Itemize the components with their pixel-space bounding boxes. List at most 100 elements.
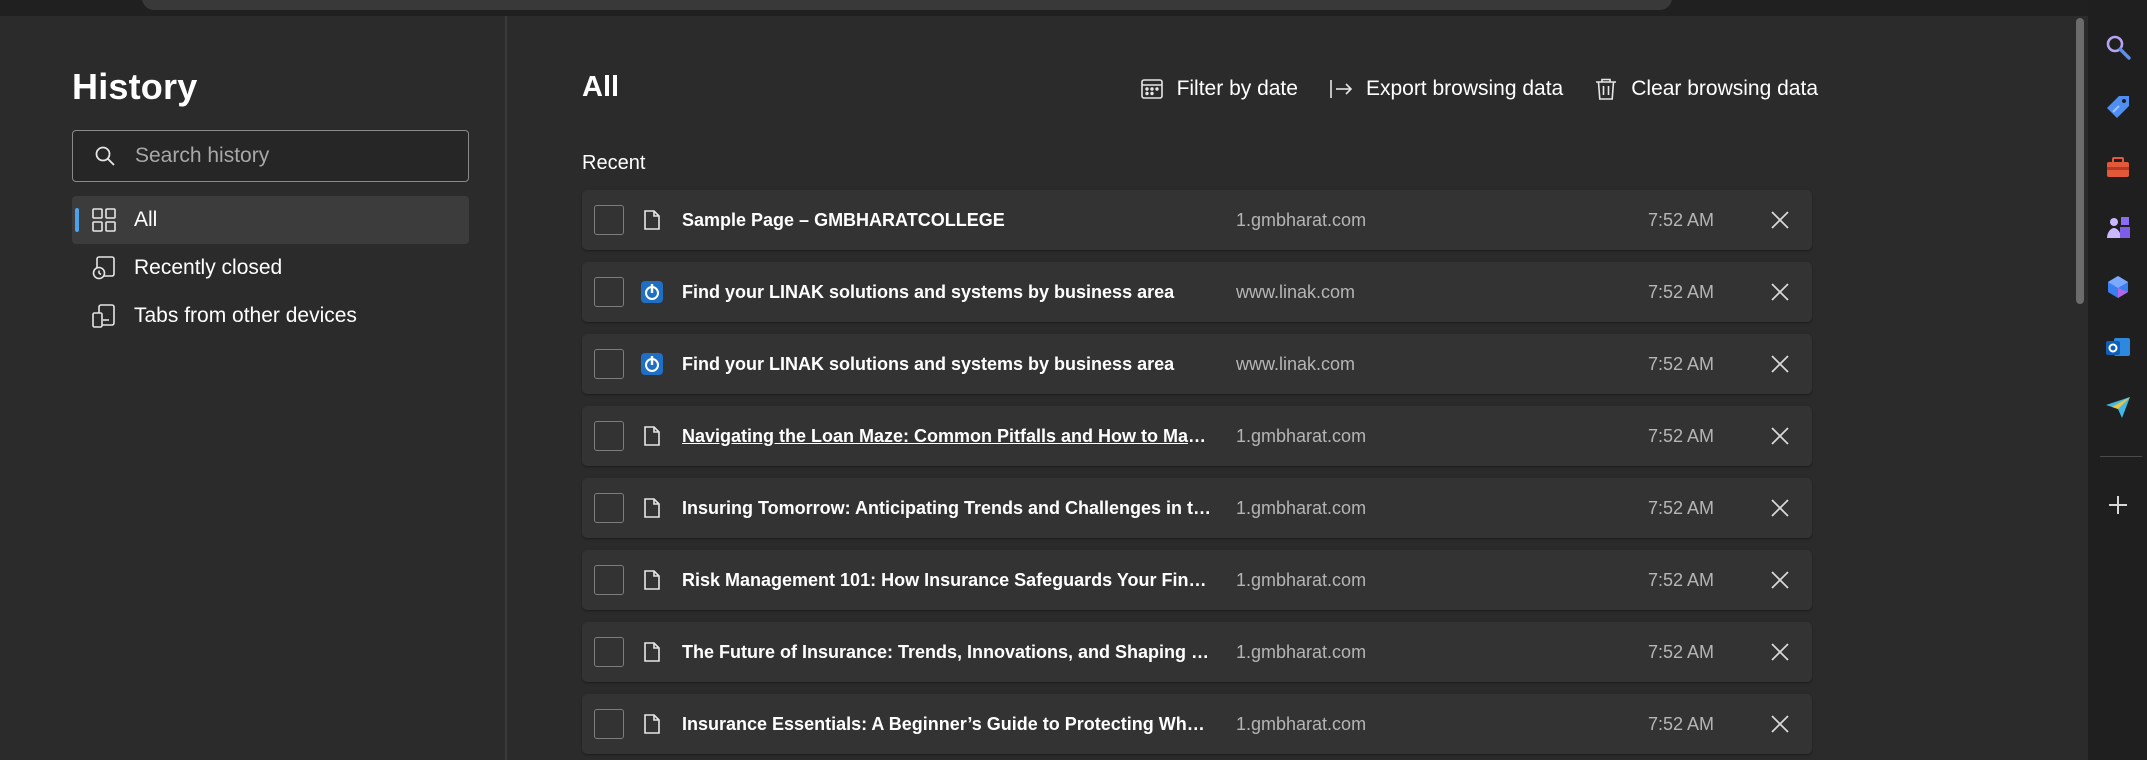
- copilot-icon[interactable]: [2103, 272, 2133, 302]
- shopping-tag-icon[interactable]: [2103, 92, 2133, 122]
- trash-icon: [1596, 78, 1617, 100]
- history-row[interactable]: Sample Page – GMBHARATCOLLEGE 1.gmbharat…: [582, 190, 1812, 250]
- row-title[interactable]: Find your LINAK solutions and systems by…: [682, 354, 1214, 375]
- history-nav: All Recently closed Tabs from other devi…: [72, 196, 469, 340]
- history-row[interactable]: Insuring Tomorrow: Anticipating Trends a…: [582, 478, 1812, 538]
- page-scrollbar[interactable]: [2072, 16, 2088, 760]
- filter-by-date-button[interactable]: Filter by date: [1139, 76, 1298, 102]
- row-time: 7:52 AM: [1648, 713, 1715, 734]
- search-icon[interactable]: [2103, 32, 2133, 62]
- export-browsing-data-label: Export browsing data: [1365, 77, 1564, 100]
- close-icon: [1771, 211, 1789, 229]
- outlook-icon[interactable]: [2103, 332, 2133, 362]
- clear-browsing-data-button[interactable]: Clear browsing data: [1593, 76, 1818, 102]
- row-domain: 1.gmbharat.com: [1236, 569, 1367, 590]
- scrollbar-thumb[interactable]: [2076, 18, 2084, 304]
- section-title: All: [582, 71, 620, 103]
- remove-entry-button[interactable]: [1768, 496, 1792, 520]
- filter-by-date-label: Filter by date: [1176, 77, 1298, 100]
- page-icon: [640, 208, 664, 232]
- history-row[interactable]: Find your LINAK solutions and systems by…: [582, 334, 1812, 394]
- remove-entry-button[interactable]: [1768, 280, 1792, 304]
- clear-browsing-data-label: Clear browsing data: [1631, 77, 1818, 100]
- search-box[interactable]: [72, 130, 469, 182]
- row-checkbox[interactable]: [594, 205, 624, 235]
- search-input[interactable]: [135, 144, 455, 168]
- row-title[interactable]: Insurance Essentials: A Beginner’s Guide…: [682, 714, 1214, 735]
- close-icon: [1771, 571, 1789, 589]
- page-icon: [640, 496, 664, 520]
- row-domain: 1.gmbharat.com: [1236, 713, 1367, 734]
- row-time: 7:52 AM: [1648, 353, 1715, 374]
- page-icon: [640, 424, 664, 448]
- close-icon: [1771, 355, 1789, 373]
- remove-entry-button[interactable]: [1768, 712, 1792, 736]
- row-checkbox[interactable]: [594, 493, 624, 523]
- remove-entry-button[interactable]: [1768, 208, 1792, 232]
- row-title[interactable]: Find your LINAK solutions and systems by…: [682, 282, 1214, 303]
- remove-entry-button[interactable]: [1768, 424, 1792, 448]
- remove-entry-button[interactable]: [1768, 640, 1792, 664]
- page-icon: [640, 640, 664, 664]
- row-title[interactable]: Navigating the Loan Maze: Common Pitfall…: [682, 426, 1214, 447]
- games-icon[interactable]: [2103, 212, 2133, 242]
- recently-closed-icon: [92, 256, 115, 280]
- close-icon: [1771, 427, 1789, 445]
- linak-favicon: [640, 352, 664, 376]
- row-domain: www.linak.com: [1236, 353, 1356, 374]
- address-bar[interactable]: [142, 0, 1672, 10]
- page-icon: [640, 568, 664, 592]
- close-icon: [1771, 283, 1789, 301]
- tools-icon[interactable]: [2103, 152, 2133, 182]
- history-row[interactable]: Risk Management 101: How Insurance Safeg…: [582, 550, 1812, 610]
- row-time: 7:52 AM: [1648, 641, 1715, 662]
- calendar-icon: [1140, 79, 1163, 99]
- remove-entry-button[interactable]: [1768, 352, 1792, 376]
- nav-item-recently-closed[interactable]: Recently closed: [72, 244, 469, 292]
- recent-heading: Recent: [582, 152, 646, 174]
- add-icon[interactable]: [2103, 490, 2133, 520]
- history-sidebar: History All Recently closed Tabs from ot…: [0, 16, 507, 760]
- row-domain: 1.gmbharat.com: [1236, 497, 1367, 518]
- row-checkbox[interactable]: [594, 637, 624, 667]
- history-list: Sample Page – GMBHARATCOLLEGE 1.gmbharat…: [582, 190, 1812, 760]
- page-title: History: [72, 66, 198, 107]
- row-title[interactable]: Sample Page – GMBHARATCOLLEGE: [682, 210, 1214, 231]
- row-checkbox[interactable]: [594, 421, 624, 451]
- row-checkbox[interactable]: [594, 709, 624, 739]
- nav-item-label: Tabs from other devices: [134, 304, 357, 327]
- row-title[interactable]: Risk Management 101: How Insurance Safeg…: [682, 570, 1214, 591]
- nav-item-all[interactable]: All: [72, 196, 469, 244]
- page-icon: [640, 712, 664, 736]
- close-icon: [1771, 715, 1789, 733]
- browser-top-strip: [0, 0, 2088, 16]
- row-checkbox[interactable]: [594, 277, 624, 307]
- row-title[interactable]: The Future of Insurance: Trends, Innovat…: [682, 642, 1214, 663]
- send-icon[interactable]: [2103, 392, 2133, 422]
- nav-item-label: All: [134, 208, 158, 231]
- close-icon: [1771, 643, 1789, 661]
- row-checkbox[interactable]: [594, 565, 624, 595]
- row-time: 7:52 AM: [1648, 497, 1715, 518]
- row-time: 7:52 AM: [1648, 281, 1715, 302]
- close-icon: [1771, 499, 1789, 517]
- search-icon: [95, 146, 115, 166]
- nav-item-other-devices[interactable]: Tabs from other devices: [72, 292, 469, 340]
- row-time: 7:52 AM: [1648, 425, 1715, 446]
- row-title[interactable]: Insuring Tomorrow: Anticipating Trends a…: [682, 498, 1214, 519]
- remove-entry-button[interactable]: [1768, 568, 1792, 592]
- row-time: 7:52 AM: [1648, 209, 1715, 230]
- history-row[interactable]: Find your LINAK solutions and systems by…: [582, 262, 1812, 322]
- edge-sidebar: [2088, 0, 2147, 760]
- export-icon: [1330, 80, 1353, 98]
- history-row[interactable]: Insurance Essentials: A Beginner’s Guide…: [582, 694, 1812, 754]
- history-row[interactable]: The Future of Insurance: Trends, Innovat…: [582, 622, 1812, 682]
- nav-item-label: Recently closed: [134, 256, 283, 279]
- row-domain: 1.gmbharat.com: [1236, 425, 1367, 446]
- grid-icon: [92, 208, 116, 232]
- export-browsing-data-button[interactable]: Export browsing data: [1328, 76, 1563, 102]
- row-domain: 1.gmbharat.com: [1236, 641, 1367, 662]
- history-row[interactable]: Navigating the Loan Maze: Common Pitfall…: [582, 406, 1812, 466]
- row-checkbox[interactable]: [594, 349, 624, 379]
- row-domain: www.linak.com: [1236, 281, 1356, 302]
